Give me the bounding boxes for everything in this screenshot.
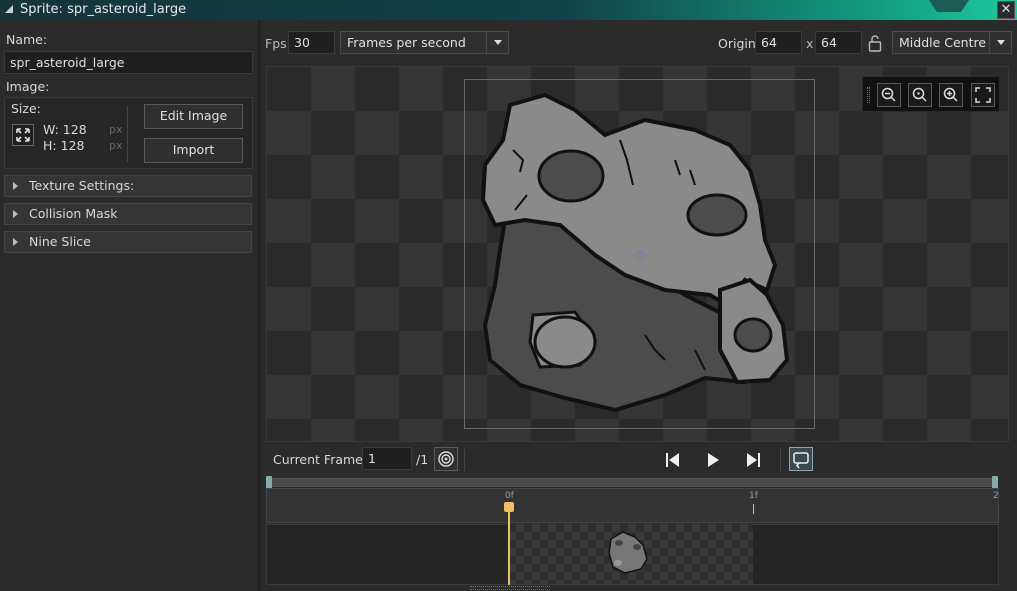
import-button[interactable]: Import (144, 138, 243, 163)
edit-image-button[interactable]: Edit Image (144, 104, 243, 129)
speed-mode-value: Frames per second (347, 35, 466, 50)
name-label: Name: (6, 32, 48, 47)
sprite-toolbar: Fps 30 Frames per second Origin 64 x 64 … (260, 20, 1017, 64)
section-label: Nine Slice (29, 234, 91, 249)
divider (464, 449, 465, 471)
chevron-down-icon (486, 32, 508, 53)
texture-settings-section[interactable]: Texture Settings: (4, 175, 252, 197)
zoom-in-icon[interactable] (939, 83, 963, 107)
loop-icon[interactable] (789, 447, 813, 471)
asteroid-sprite (480, 92, 790, 413)
skip-back-icon[interactable] (660, 448, 684, 472)
playhead[interactable] (508, 506, 510, 585)
chevron-right-icon (13, 182, 18, 190)
origin-x-input[interactable]: 64 (755, 31, 802, 54)
skip-forward-icon[interactable] (742, 448, 766, 472)
image-box: Size: W: 128 H: 128 px px Edit Image Imp… (4, 97, 253, 169)
collision-mask-section[interactable]: Collision Mask (4, 203, 252, 225)
close-button[interactable]: ✕ (997, 1, 1015, 19)
title-bar: Sprite: spr_asteroid_large ✕ (0, 0, 1017, 20)
fps-label: Fps (265, 36, 287, 51)
grip-icon[interactable] (867, 87, 870, 103)
chevron-right-icon (13, 210, 18, 218)
zoom-reset-icon[interactable] (908, 83, 932, 107)
section-label: Collision Mask (29, 206, 118, 221)
timeline-scrollbar[interactable] (268, 478, 996, 487)
zoom-out-icon[interactable] (877, 83, 901, 107)
divider (780, 449, 781, 471)
title-decoration (929, 0, 969, 12)
image-label: Image: (6, 79, 50, 94)
fit-screen-icon[interactable] (971, 83, 995, 107)
nine-slice-section[interactable]: Nine Slice (4, 231, 252, 253)
timeline: 0f 1f 2 (266, 476, 999, 585)
tick-label: 0f (505, 491, 514, 501)
collapse-icon[interactable] (5, 5, 13, 13)
origin-y-input[interactable]: 64 (815, 31, 862, 54)
expand-arrows-icon[interactable] (12, 124, 34, 146)
fps-input[interactable]: 30 (288, 31, 335, 54)
frame-total: /1 (416, 452, 429, 467)
timeline-ruler[interactable]: 0f 1f 2 (266, 488, 999, 523)
play-icon[interactable] (701, 448, 725, 472)
window-title: Sprite: spr_asteroid_large (20, 2, 187, 17)
origin-preset-select[interactable]: Middle Centre (892, 31, 1012, 54)
tick-label: 1f (749, 491, 758, 501)
section-label: Texture Settings: (29, 178, 135, 193)
sprite-canvas[interactable] (266, 66, 1009, 442)
unlock-icon[interactable] (868, 34, 882, 55)
zoom-toolbar (862, 76, 1000, 112)
tick-label: 2 (993, 491, 999, 501)
sprite-bounds (464, 79, 815, 429)
frame-thumbnail[interactable] (508, 524, 753, 584)
chevron-down-icon (989, 32, 1011, 53)
playhead-handle[interactable] (504, 502, 514, 512)
tick-mark (753, 504, 754, 514)
onion-skin-icon[interactable] (434, 447, 458, 471)
origin-separator: x (806, 36, 814, 51)
width-unit: px (109, 123, 123, 136)
width-value: W: 128 (43, 122, 87, 137)
name-input[interactable]: spr_asteroid_large (4, 51, 253, 74)
frame-controls: Current Frame: 1 /1 (260, 444, 1017, 476)
height-unit: px (109, 139, 123, 152)
current-frame-label: Current Frame: (273, 452, 368, 467)
chevron-right-icon (13, 238, 18, 246)
divider (127, 106, 128, 162)
resize-grip-icon[interactable] (470, 586, 550, 590)
panel-divider[interactable] (258, 20, 260, 591)
properties-panel: Name: spr_asteroid_large Image: Size: W:… (0, 20, 258, 591)
size-label: Size: (11, 101, 41, 116)
height-value: H: 128 (43, 138, 85, 153)
origin-preset-value: Middle Centre (899, 35, 987, 50)
origin-label: Origin (718, 36, 756, 51)
speed-mode-select[interactable]: Frames per second (340, 31, 509, 54)
current-frame-input[interactable]: 1 (362, 447, 412, 470)
